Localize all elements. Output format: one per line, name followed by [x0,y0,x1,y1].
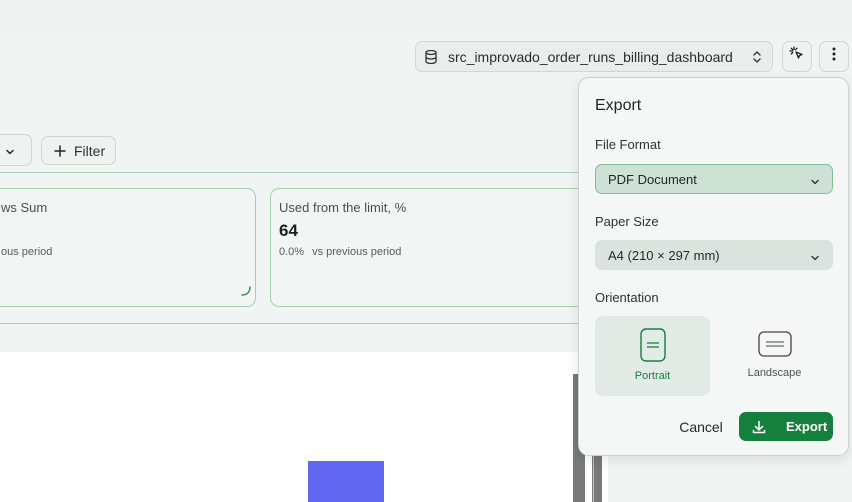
portrait-page-icon [639,328,666,362]
landscape-label: Landscape [747,367,802,379]
plus-icon [54,144,66,157]
export-panel: Export File Format PDF Document Paper Si… [578,77,849,456]
export-button-label: Export [786,419,828,434]
export-button[interactable]: Export [739,412,833,441]
kpi-card[interactable]: Used from the limit, % 64 0.0% vs previou… [270,188,600,307]
orientation-landscape-option[interactable]: Landscape [717,316,832,396]
card-value: 64 [279,221,298,240]
cursor-sparkle-button[interactable] [782,41,812,72]
chart-bar [308,461,384,502]
more-vertical-icon [832,47,836,66]
top-bar [0,0,852,34]
kpi-card[interactable]: ws Sum ous period [0,188,256,307]
card-subtitle: 0.0% vs previous period [279,246,401,258]
updown-chevron-icon [752,50,762,69]
card-compare: ous period [1,246,53,258]
datasource-select[interactable]: src_improvado_order_runs_billing_dashboa… [415,41,773,72]
cursor-sparkle-icon [789,46,805,67]
file-format-select[interactable]: PDF Document [595,164,833,194]
download-icon [752,420,766,434]
file-format-label: File Format [595,137,661,152]
chevron-down-icon [810,174,820,192]
orientation-portrait-option[interactable]: Portrait [595,316,710,396]
datasource-label: src_improvado_order_runs_billing_dashboa… [448,48,733,65]
paper-size-value: A4 (210 × 297 mm) [608,247,720,263]
card-compare: vs previous period [312,246,402,258]
orientation-label: Orientation [595,290,659,305]
card-title: Used from the limit, % [279,200,407,215]
panel-title: Export [595,97,642,114]
resize-handle-icon[interactable] [241,283,251,301]
landscape-page-icon [757,331,792,357]
portrait-label: Portrait [634,370,671,382]
filter-label: Filter [74,142,106,159]
file-format-value: PDF Document [608,171,697,187]
paper-size-select[interactable]: A4 (210 × 297 mm) [595,240,833,270]
card-title: ws Sum [1,200,48,215]
dropdown-button[interactable] [0,134,32,166]
more-options-button[interactable] [819,41,849,72]
chart-area [0,352,608,502]
chevron-down-icon [810,250,820,268]
cancel-button[interactable]: Cancel [671,414,731,440]
paper-size-label: Paper Size [595,214,659,229]
filter-button[interactable]: Filter [41,136,116,165]
database-icon [425,49,439,65]
chevron-down-icon [5,144,15,162]
card-delta: 0.0% [279,246,305,258]
